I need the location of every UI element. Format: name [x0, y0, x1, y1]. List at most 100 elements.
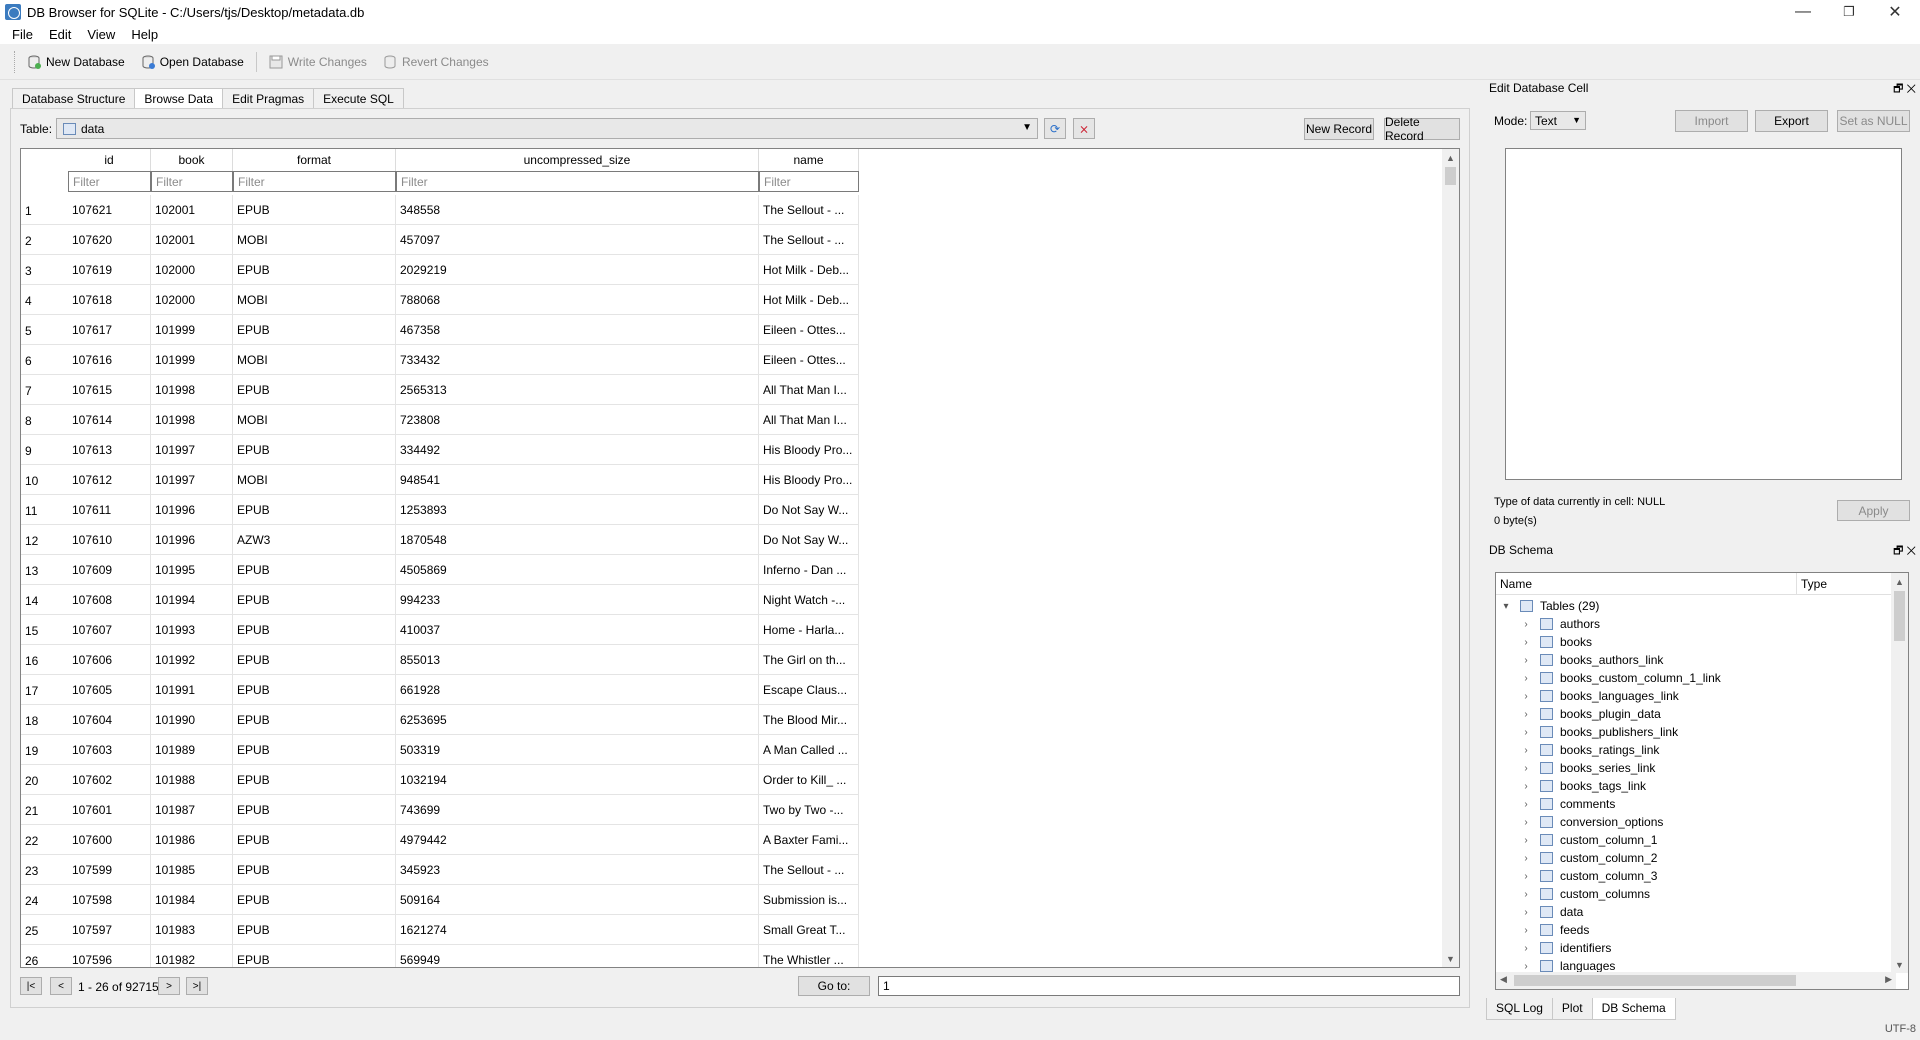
chevron-right-icon[interactable]: › [1520, 889, 1532, 900]
cell-id[interactable]: 107612 [68, 465, 151, 495]
tree-table-item[interactable]: › conversion_options [1520, 813, 1663, 831]
cell-book[interactable]: 101984 [151, 885, 233, 915]
cell-book[interactable]: 102000 [151, 285, 233, 315]
menu-file[interactable]: File [4, 27, 41, 42]
cell-format[interactable]: EPUB [233, 675, 396, 705]
cell-name[interactable]: Small Great T... [759, 915, 859, 945]
set-null-button[interactable]: Set as NULL [1837, 110, 1910, 132]
new-database-button[interactable]: New Database [19, 49, 133, 75]
chevron-right-icon[interactable]: › [1520, 817, 1532, 828]
cell-format[interactable]: EPUB [233, 255, 396, 285]
cell-format[interactable]: EPUB [233, 765, 396, 795]
row-number[interactable]: 14 [21, 585, 68, 615]
chevron-right-icon[interactable]: › [1520, 637, 1532, 648]
tab-browse-data[interactable]: Browse Data [134, 88, 224, 110]
menu-edit[interactable]: Edit [41, 27, 79, 42]
cell-format[interactable]: EPUB [233, 615, 396, 645]
cell-uncompressed_size[interactable]: 503319 [396, 735, 759, 765]
clear-filters-button[interactable]: ⨯ [1073, 118, 1095, 139]
tree-table-item[interactable]: › comments [1520, 795, 1615, 813]
cell-name[interactable]: Submission is... [759, 885, 859, 915]
delete-record-button[interactable]: Delete Record [1384, 115, 1460, 143]
filter-input-uncompressed_size[interactable]: Filter [396, 171, 759, 192]
cell-format[interactable]: EPUB [233, 375, 396, 405]
cell-format[interactable]: EPUB [233, 945, 396, 967]
chevron-right-icon[interactable]: › [1520, 619, 1532, 630]
cell-format[interactable]: EPUB [233, 555, 396, 585]
cell-book[interactable]: 101985 [151, 855, 233, 885]
cell-format[interactable]: MOBI [233, 405, 396, 435]
dock-buttons[interactable]: 🗗 ✕ [1893, 542, 1916, 561]
cell-format[interactable]: EPUB [233, 825, 396, 855]
tree-table-item[interactable]: › books_custom_column_1_link [1520, 669, 1720, 687]
goto-button[interactable]: Go to: [798, 976, 870, 996]
cell-book[interactable]: 101998 [151, 405, 233, 435]
cell-name[interactable]: The Sellout - ... [759, 855, 859, 885]
chevron-right-icon[interactable]: › [1520, 871, 1532, 882]
cell-id[interactable]: 107615 [68, 375, 151, 405]
cell-format[interactable]: AZW3 [233, 525, 396, 555]
cell-uncompressed_size[interactable]: 410037 [396, 615, 759, 645]
cell-book[interactable]: 101991 [151, 675, 233, 705]
refresh-button[interactable]: ⟳ [1044, 118, 1066, 139]
cell-book[interactable]: 102001 [151, 195, 233, 225]
cell-book[interactable]: 101988 [151, 765, 233, 795]
row-number[interactable]: 11 [21, 495, 68, 525]
tree-table-item[interactable]: › custom_columns [1520, 885, 1650, 903]
apply-button[interactable]: Apply [1837, 500, 1910, 521]
row-number[interactable]: 7 [21, 375, 68, 405]
cell-name[interactable]: The Blood Mir... [759, 705, 859, 735]
chevron-right-icon[interactable]: › [1520, 655, 1532, 666]
write-changes-button[interactable]: Write Changes [261, 49, 375, 75]
cell-id[interactable]: 107618 [68, 285, 151, 315]
row-number[interactable]: 10 [21, 465, 68, 495]
row-number[interactable]: 15 [21, 615, 68, 645]
grid-vertical-scrollbar[interactable]: ▲ ▼ [1442, 149, 1459, 967]
scroll-right-icon[interactable]: ▶ [1885, 974, 1892, 985]
cell-format[interactable]: MOBI [233, 225, 396, 255]
tree-table-item[interactable]: › custom_column_1 [1520, 831, 1657, 849]
tree-table-item[interactable]: › data [1520, 903, 1583, 921]
cell-id[interactable]: 107616 [68, 345, 151, 375]
chevron-right-icon[interactable]: › [1520, 727, 1532, 738]
tree-table-item[interactable]: › books_plugin_data [1520, 705, 1660, 723]
row-number[interactable]: 12 [21, 525, 68, 555]
tree-table-item[interactable]: › feeds [1520, 921, 1589, 939]
cell-uncompressed_size[interactable]: 569949 [396, 945, 759, 967]
cell-uncompressed_size[interactable]: 6253695 [396, 705, 759, 735]
cell-uncompressed_size[interactable]: 334492 [396, 435, 759, 465]
cell-id[interactable]: 107602 [68, 765, 151, 795]
tree-table-item[interactable]: › authors [1520, 615, 1600, 633]
cell-name[interactable]: The Sellout - ... [759, 225, 859, 255]
nav-next-button[interactable]: > [158, 977, 180, 995]
cell-id[interactable]: 107609 [68, 555, 151, 585]
row-number[interactable]: 18 [21, 705, 68, 735]
cell-book[interactable]: 101994 [151, 585, 233, 615]
scroll-up-icon[interactable]: ▲ [1891, 573, 1908, 590]
cell-name[interactable]: Eileen - Ottes... [759, 345, 859, 375]
row-number[interactable]: 9 [21, 435, 68, 465]
cell-uncompressed_size[interactable]: 994233 [396, 585, 759, 615]
row-number[interactable]: 23 [21, 855, 68, 885]
cell-uncompressed_size[interactable]: 1621274 [396, 915, 759, 945]
close-button[interactable]: ✕ [1872, 0, 1918, 24]
nav-first-button[interactable]: |< [20, 977, 42, 995]
chevron-right-icon[interactable]: › [1520, 709, 1532, 720]
tree-table-item[interactable]: › books_ratings_link [1520, 741, 1659, 759]
cell-name[interactable]: Escape Claus... [759, 675, 859, 705]
cell-format[interactable]: EPUB [233, 435, 396, 465]
cell-format[interactable]: MOBI [233, 345, 396, 375]
chevron-right-icon[interactable]: › [1520, 853, 1532, 864]
filter-input-id[interactable]: Filter [68, 171, 151, 192]
cell-id[interactable]: 107601 [68, 795, 151, 825]
cell-format[interactable]: MOBI [233, 285, 396, 315]
cell-name[interactable]: All That Man I... [759, 375, 859, 405]
cell-book[interactable]: 101992 [151, 645, 233, 675]
tree-table-item[interactable]: › custom_column_3 [1520, 867, 1657, 885]
cell-uncompressed_size[interactable]: 345923 [396, 855, 759, 885]
cell-id[interactable]: 107610 [68, 525, 151, 555]
cell-id[interactable]: 107608 [68, 585, 151, 615]
chevron-right-icon[interactable]: › [1520, 763, 1532, 774]
row-number[interactable]: 8 [21, 405, 68, 435]
cell-book[interactable]: 102001 [151, 225, 233, 255]
